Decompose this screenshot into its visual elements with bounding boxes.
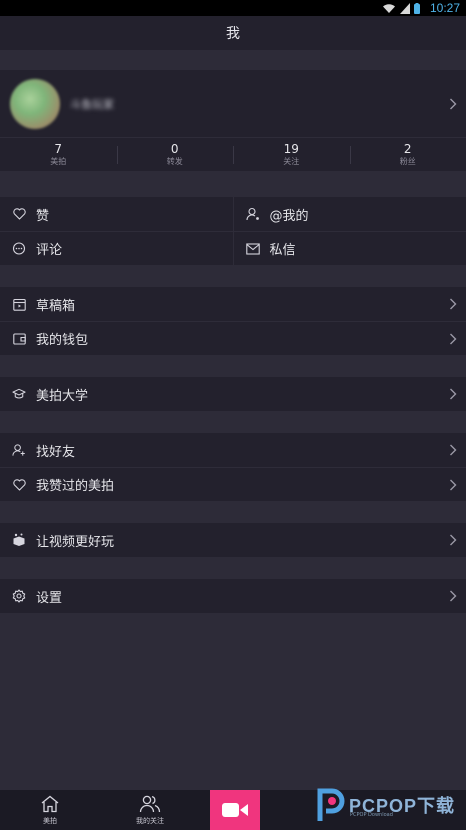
chevron-right-icon — [448, 478, 458, 492]
profile-card: 斗鱼玩家 7 美拍 0 转发 19 关注 2 粉丝 — [0, 70, 466, 171]
stat-videos[interactable]: 7 美拍 — [0, 138, 117, 171]
profile-nickname: 斗鱼玩家 — [70, 97, 114, 111]
stat-value: 19 — [283, 142, 299, 156]
mail-icon — [245, 242, 260, 256]
signal-icon — [399, 2, 410, 14]
record-video-button[interactable] — [210, 790, 260, 830]
chevron-right-icon — [448, 297, 458, 311]
wallet-label: 我的钱包 — [36, 333, 89, 348]
page-title: 我 — [226, 26, 240, 42]
chevron-right-icon — [448, 533, 458, 547]
comment-icon — [12, 241, 26, 256]
watermark-logo: PCPOP下载 PCPOP Download — [316, 784, 455, 826]
stat-value: 7 — [54, 142, 63, 156]
likes-label: 赞 — [36, 208, 50, 224]
stat-value: 2 — [403, 142, 412, 156]
magic-box-icon — [12, 533, 26, 547]
avatar[interactable] — [10, 78, 60, 129]
find-friends-label: 找好友 — [36, 444, 76, 460]
menu-group-drafts: 草稿箱 我的钱包 — [0, 287, 466, 355]
profile-stats: 7 美拍 0 转发 19 关注 2 粉丝 — [0, 137, 466, 171]
status-bar: 10:27 — [0, 0, 466, 16]
menu-group-more-fun: 让视频更好玩 — [0, 523, 466, 557]
tab-home-label: 美拍 — [43, 817, 57, 825]
chevron-right-icon — [448, 97, 458, 111]
wifi-icon — [382, 3, 396, 14]
menu-item-drafts[interactable]: 草稿箱 — [0, 287, 466, 321]
stat-label: 粉丝 — [399, 157, 416, 166]
chevron-right-icon — [448, 443, 458, 457]
likes-button[interactable]: 赞 — [0, 197, 233, 231]
stat-fans[interactable]: 2 粉丝 — [349, 138, 466, 171]
users-icon — [139, 794, 161, 814]
chevron-right-icon — [448, 589, 458, 603]
menu-group-settings: 设置 — [0, 579, 466, 613]
menu-item-more-fun[interactable]: 让视频更好玩 — [0, 523, 466, 557]
stat-following[interactable]: 19 关注 — [233, 138, 350, 171]
stat-label: 转发 — [166, 157, 183, 166]
chevron-right-icon — [448, 332, 458, 346]
graduation-cap-icon — [12, 387, 26, 401]
messages-button[interactable]: 私信 — [232, 232, 466, 265]
comments-button[interactable]: 评论 — [0, 232, 233, 265]
home-icon — [40, 794, 60, 814]
user-at-icon — [245, 207, 260, 221]
stat-label: 美拍 — [50, 157, 67, 166]
stat-label: 关注 — [283, 157, 300, 166]
page-title-bar: 我 — [0, 16, 466, 50]
stat-value: 0 — [170, 142, 179, 156]
gear-icon — [12, 589, 26, 603]
mentions-button[interactable]: @我的 — [232, 197, 466, 231]
menu-group-friends: 找好友 我赞过的美拍 — [0, 433, 466, 501]
watermark-sub: PCPOP Download — [350, 812, 393, 818]
heart-icon — [12, 207, 26, 221]
menu-item-liked-videos[interactable]: 我赞过的美拍 — [0, 467, 466, 501]
chevron-right-icon — [448, 387, 458, 401]
drafts-icon — [12, 297, 26, 311]
tab-home[interactable]: 美拍 — [0, 790, 100, 830]
battery-icon — [413, 2, 420, 14]
heart-icon — [12, 478, 26, 492]
profile-header[interactable]: 斗鱼玩家 — [0, 70, 466, 137]
stat-reposts[interactable]: 0 转发 — [116, 138, 234, 171]
pcpop-logo-icon — [316, 787, 346, 823]
messages-label: 私信 — [269, 243, 296, 258]
comments-label: 评论 — [36, 243, 63, 258]
interaction-grid: 赞 @我的 评论 私信 — [0, 197, 466, 265]
menu-item-university[interactable]: 美拍大学 — [0, 377, 466, 411]
settings-label: 设置 — [36, 590, 63, 606]
drafts-label: 草稿箱 — [36, 298, 76, 314]
liked-videos-label: 我赞过的美拍 — [36, 479, 115, 494]
menu-item-settings[interactable]: 设置 — [0, 579, 466, 613]
more-fun-label: 让视频更好玩 — [36, 534, 115, 550]
video-camera-icon — [221, 801, 249, 819]
menu-item-wallet[interactable]: 我的钱包 — [0, 321, 466, 355]
menu-item-find-friends[interactable]: 找好友 — [0, 433, 466, 467]
add-user-icon — [12, 443, 26, 457]
tab-following[interactable]: 我的关注 — [100, 790, 200, 830]
menu-group-university: 美拍大学 — [0, 377, 466, 411]
university-label: 美拍大学 — [36, 388, 89, 404]
wallet-icon — [12, 332, 26, 346]
status-time: 10:27 — [429, 1, 460, 15]
mentions-label: @我的 — [269, 208, 309, 224]
tab-following-label: 我的关注 — [136, 817, 164, 825]
